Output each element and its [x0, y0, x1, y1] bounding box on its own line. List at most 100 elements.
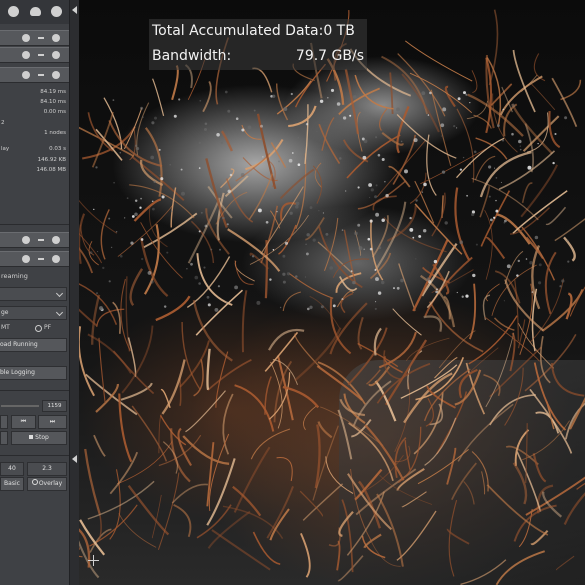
minimize-icon[interactable]	[38, 74, 44, 76]
particle	[375, 184, 378, 187]
particle	[564, 116, 568, 120]
fiber-strand	[282, 291, 302, 312]
stage-select-value: ge	[1, 309, 9, 316]
collapse-panel-icon[interactable]	[72, 455, 77, 463]
section-header-5[interactable]	[0, 251, 69, 267]
section-header-3[interactable]	[0, 67, 69, 83]
fiber-strand	[260, 205, 279, 264]
frame-slider[interactable]	[1, 405, 39, 407]
particle	[113, 181, 115, 184]
particle	[140, 197, 143, 200]
fiber-strand	[396, 105, 410, 154]
pause-load-label: oad Running	[0, 341, 38, 348]
fiber-strand	[531, 83, 556, 111]
particle	[503, 221, 506, 224]
close-icon[interactable]	[52, 255, 60, 263]
fiber-strand	[273, 360, 293, 423]
settings-icon[interactable]	[8, 6, 19, 17]
particle	[465, 93, 468, 96]
particle	[368, 183, 373, 187]
fiber-strand	[532, 453, 547, 483]
stat-row: 0.00 ms	[0, 109, 69, 118]
radio-pf-icon[interactable]	[35, 325, 42, 332]
fiber-strand	[288, 105, 317, 128]
gear-icon[interactable]	[22, 255, 30, 263]
fiber-strand	[211, 529, 271, 571]
minimize-icon[interactable]	[38, 37, 44, 39]
particle	[282, 280, 286, 284]
next-frame-button[interactable]: ⏭	[38, 415, 67, 429]
minimize-icon[interactable]	[38, 258, 44, 260]
prev-frame-button[interactable]: ⏮	[11, 415, 36, 429]
close-icon[interactable]	[52, 51, 60, 59]
stat-row: 146.92 KB	[0, 157, 69, 166]
fiber-strand	[482, 294, 491, 321]
particle	[240, 173, 245, 177]
particle	[226, 223, 229, 226]
mode-select[interactable]	[0, 287, 67, 301]
gear-icon[interactable]	[22, 34, 30, 42]
fiber-strand	[220, 130, 233, 152]
basic-mode-label: Basic	[4, 480, 20, 487]
minimize-icon[interactable]	[38, 54, 44, 56]
overlay-mode-button[interactable]: Overlay	[27, 477, 67, 491]
cloud-upload-icon[interactable]	[30, 7, 41, 16]
particle	[519, 148, 522, 151]
gear-icon[interactable]	[22, 71, 30, 79]
particle	[436, 288, 438, 291]
close-icon[interactable]	[52, 236, 60, 244]
particle	[234, 285, 239, 290]
fiber-strand	[404, 40, 473, 82]
fiber-strand	[312, 425, 339, 501]
particle	[276, 211, 278, 213]
fiber-strand	[234, 384, 275, 432]
collapse-panel-icon[interactable]	[72, 6, 77, 14]
fiber-strand	[179, 377, 182, 407]
fiber-strand	[479, 186, 490, 218]
gear-icon[interactable]	[22, 51, 30, 59]
fiber-strand	[192, 299, 233, 362]
fiber-strand	[222, 393, 234, 455]
basic-mode-button[interactable]: Basic	[0, 477, 24, 491]
step-back-button[interactable]	[0, 415, 8, 429]
pause-load-button[interactable]: oad Running	[0, 338, 67, 352]
logging-button[interactable]: ble Logging	[0, 366, 67, 380]
fiber-strand	[91, 111, 114, 168]
fiber-strand	[529, 388, 573, 454]
particle	[369, 219, 373, 223]
param-a-input[interactable]: 40	[0, 462, 24, 476]
fiber-strand	[340, 292, 354, 314]
particle	[151, 200, 154, 203]
gear-icon[interactable]	[22, 236, 30, 244]
particle	[409, 227, 414, 232]
particle	[506, 264, 511, 269]
particle	[214, 307, 219, 312]
section-header-1[interactable]	[0, 30, 69, 46]
frame-input[interactable]: 1159	[42, 400, 67, 412]
particle	[519, 145, 521, 147]
section-header-4[interactable]	[0, 232, 69, 248]
fiber-strand	[187, 197, 221, 264]
particle	[204, 224, 208, 228]
add-icon[interactable]	[51, 6, 62, 17]
play-button[interactable]	[0, 431, 8, 445]
section-header-2[interactable]	[0, 47, 69, 63]
close-icon[interactable]	[52, 34, 60, 42]
fiber-strand	[457, 403, 514, 462]
fiber-strand	[170, 187, 177, 228]
fiber-strand	[279, 168, 315, 200]
fiber-strand	[521, 226, 556, 281]
particle	[318, 210, 320, 212]
visualization-viewport[interactable]	[79, 0, 585, 585]
stage-select[interactable]: ge	[0, 306, 67, 320]
particle	[95, 292, 99, 295]
fiber-strand	[249, 214, 309, 265]
fiber-strand	[550, 363, 585, 397]
minimize-icon[interactable]	[38, 239, 44, 241]
close-icon[interactable]	[52, 71, 60, 79]
particle	[102, 266, 105, 270]
param-b-input[interactable]: 2.3	[27, 462, 67, 476]
fiber-strand	[314, 424, 321, 489]
stop-button[interactable]: Stop	[11, 431, 67, 445]
radio-mt[interactable]: MT	[1, 324, 10, 331]
